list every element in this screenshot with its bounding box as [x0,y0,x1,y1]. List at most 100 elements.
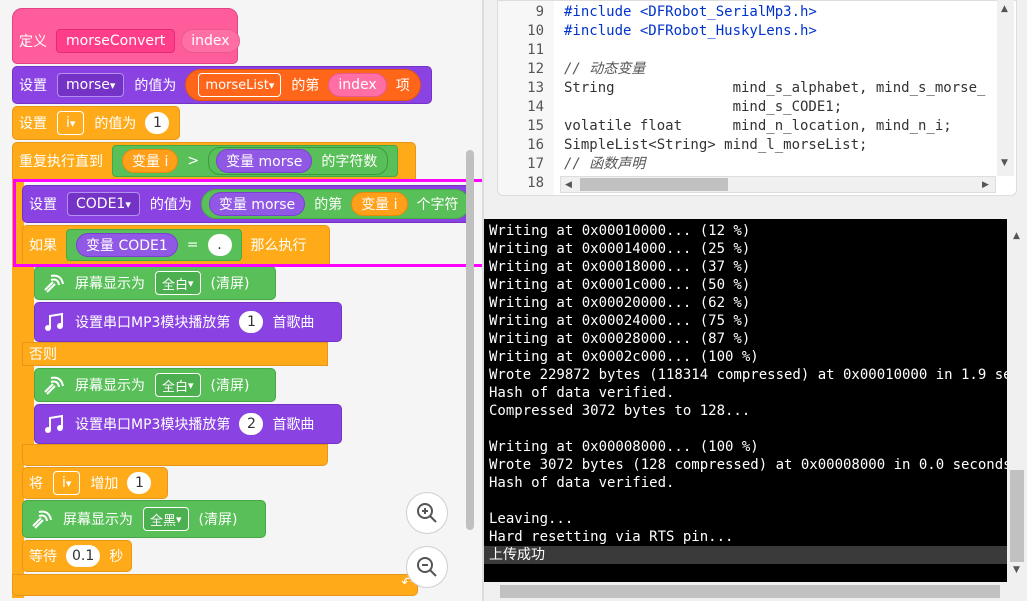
zoom-out-button[interactable] [406,546,448,588]
console-line: Writing at 0x00018000... (37 %) [489,259,751,275]
screen-color-dropdown[interactable]: 全黑 [143,507,189,531]
mp3-play-block-2[interactable]: 设置串口MP3模块播放第 2 首歌曲 [34,404,342,444]
scroll-down-icon[interactable]: ▼ [1013,565,1020,575]
console-line: Writing at 0x0001c000... (50 %) [489,277,751,293]
line-number: 11 [527,42,544,58]
screen-display-block-2[interactable]: 屏幕显示为 全白 (清屏) [34,368,276,402]
number-input[interactable]: 1 [145,112,170,134]
var-dropdown-morse[interactable]: morse [57,73,125,97]
set-morse-block[interactable]: 设置 morse 的值为 morseList 的第 index 项 [12,66,432,104]
scroll-up-icon[interactable]: ▲ [1001,4,1008,14]
length-label: 的字符数 [321,154,378,170]
param-index[interactable]: index [181,29,240,53]
line-content: #include <DFRobot_HuskyLens.h> [564,23,817,39]
line-number: 13 [527,80,544,96]
console-line: Hash of data verified. [489,475,675,491]
block-workspace[interactable]: 定义 morseConvert index 设置 morse 的值为 morse… [0,0,482,601]
console-line: Hard resetting via RTS pin... [489,529,734,545]
console-line: Writing at 0x00010000... (12 %) [489,223,751,239]
wait-label: 等待 [29,549,57,565]
mp3-suffix: 首歌曲 [272,315,315,331]
console-line: Writing at 0x00020000... (62 %) [489,295,751,311]
scroll-down-icon[interactable]: ▼ [1001,158,1008,168]
increment-input[interactable]: 1 [127,472,152,494]
wait-block[interactable]: 等待 0.1 秒 [22,540,132,572]
line-content: SimpleList<String> mind_l_morseList; [564,137,868,153]
set-label: 设置 [19,78,47,94]
clear-label: (清屏) [198,512,238,528]
line-content: mind_s_CODE1; [564,99,843,115]
screen-label: 屏幕显示为 [75,378,145,394]
clear-label: (清屏) [210,276,250,292]
set-i-block[interactable]: 设置 i 的值为 1 [12,106,180,140]
clear-label: (清屏) [210,378,250,394]
set-label: 设置 [19,116,47,132]
seconds-label: 秒 [109,549,124,565]
var-dropdown-i[interactable]: i [53,471,81,495]
zoom-out-icon [417,557,437,577]
function-name[interactable]: morseConvert [56,29,176,53]
index-reporter[interactable]: index [328,73,387,97]
gt-symbol: > [187,153,200,169]
zoom-in-button[interactable] [406,492,448,534]
line-content: #include <DFRobot_SerialMp3.h> [564,4,817,20]
if-block-bottom [22,444,328,466]
item-label: 项 [395,78,410,94]
scroll-right-icon[interactable]: ▶ [982,180,989,190]
repeat-label: 重复执行直到 [19,154,103,170]
console-line: Writing at 0x0002c000... (100 %) [489,349,759,365]
function-name-text: morseConvert [66,33,166,49]
define-function-block[interactable]: 定义 morseConvert index [12,8,240,64]
music-note-icon [39,409,69,439]
console-line: 上传成功 [484,546,1007,564]
screen-display-block-1[interactable]: 屏幕显示为 全白 (清屏) [34,266,276,300]
line-number: 12 [527,61,544,77]
huskylens-icon [39,370,69,400]
line-content: // 函数声明 [564,156,646,172]
huskylens-icon [27,504,57,534]
scroll-left-icon[interactable]: ◀ [565,180,572,190]
code-horizontal-thumb[interactable] [580,178,728,191]
line-content: volatile float mind_n_location, mind_n_i… [564,118,952,134]
var-dropdown-i[interactable]: i [57,111,85,135]
mp3-play-block-1[interactable]: 设置串口MP3模块播放第 1 首歌曲 [34,302,342,342]
increase-label: 增加 [90,476,119,492]
greater-than-operator[interactable]: 变量 i > 变量 morse 的字符数 [112,145,399,177]
console-vertical-thumb[interactable] [1010,470,1024,562]
song-number-input[interactable]: 2 [239,413,264,435]
console-horizontal-thumb[interactable] [500,585,1000,598]
screen-color-dropdown[interactable]: 全白 [155,271,201,295]
list-dropdown-morselist[interactable]: morseList [198,73,282,97]
code-editor[interactable]: 9 #include <DFRobot_SerialMp3.h> 10 #includ… [497,0,1017,196]
repeat-until-block[interactable]: 重复执行直到 变量 i > 变量 morse 的字符数 [12,142,416,180]
line-number: 9 [535,4,544,20]
line-number: 16 [527,137,544,153]
var-morse-reporter[interactable]: 变量 morse [216,149,313,173]
screen-color-dropdown[interactable]: 全白 [155,373,201,397]
music-note-icon [39,307,69,337]
highlight-box [13,179,482,267]
line-number: 14 [527,99,544,115]
length-of-reporter[interactable]: 变量 morse 的字符数 [208,147,389,175]
else-label: 否则 [29,347,57,363]
list-item-reporter[interactable]: morseList 的第 index 项 [185,69,421,101]
console-output[interactable]: Writing at 0x00010000... (12 %) Writing a… [484,219,1027,582]
screen-display-block-3[interactable]: 屏幕显示为 全黑 (清屏) [22,500,266,538]
huskylens-icon [39,268,69,298]
screen-label: 屏幕显示为 [63,512,133,528]
change-label: 将 [29,476,43,492]
console-line: Compressed 3072 bytes to 128... [489,403,751,419]
song-number-input[interactable]: 1 [239,311,264,333]
list-of-label: 的第 [291,78,320,94]
value-label: 的值为 [134,78,177,94]
wait-seconds-input[interactable]: 0.1 [66,545,101,567]
code-vertical-scrollbar[interactable]: ▲ ▼ [997,0,1014,176]
line-number: 18 [527,175,544,191]
scroll-up-icon[interactable]: ▲ [1013,231,1020,241]
workspace-scrollbar[interactable] [466,150,474,530]
line-number: 17 [527,156,544,172]
console-line: Wrote 3072 bytes (128 compressed) at 0x0… [489,457,1012,473]
change-i-block[interactable]: 将 i 增加 1 [22,467,168,499]
var-i-reporter[interactable]: 变量 i [122,149,179,173]
mp3-label: 设置串口MP3模块播放第 [75,315,231,331]
